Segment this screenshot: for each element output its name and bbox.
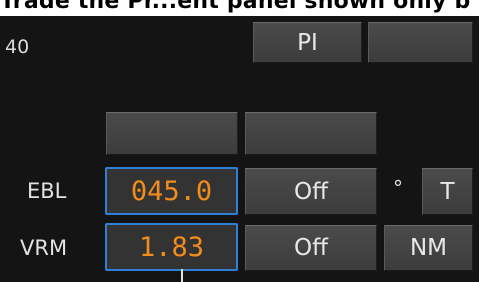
banner-text: Trade the Pr...ent panel shown only b [0,0,471,14]
vrm-off-label: Off [294,235,328,261]
top-banner: Trade the Pr...ent panel shown only b [0,0,479,16]
blank-top-button[interactable] [368,22,473,63]
blank-left-button[interactable] [106,112,238,155]
blank-mid-button[interactable] [245,112,377,155]
true-bearing-label: T [440,178,455,205]
pointer-tick [181,269,183,282]
distance-unit-label: NM [409,235,448,261]
pi-button[interactable]: PI [253,22,362,63]
vrm-off-button[interactable]: Off [245,225,377,271]
ebl-label: EBL [27,179,67,203]
vrm-value: 1.83 [138,231,205,263]
degree-symbol: ° [393,176,403,200]
ebl-value: 045.0 [130,175,213,207]
true-bearing-button[interactable]: T [422,168,473,215]
range-value: 40 [5,36,30,58]
ebl-value-field[interactable]: 045.0 [105,167,238,215]
distance-unit-button[interactable]: NM [384,225,473,271]
pi-button-label: PI [297,29,318,56]
vrm-label: VRM [20,236,68,260]
ebl-off-label: Off [294,178,328,205]
ebl-off-button[interactable]: Off [245,168,377,215]
vrm-value-field[interactable]: 1.83 [105,223,238,271]
